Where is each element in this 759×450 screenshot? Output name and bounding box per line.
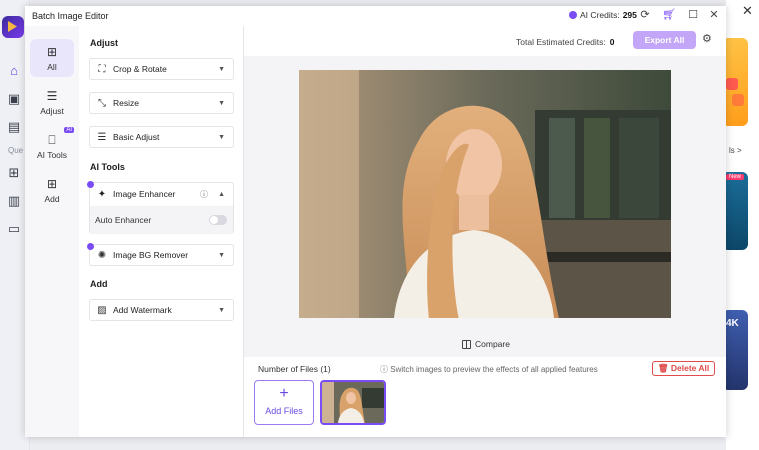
top-actions: Total Estimated Credits: 0 Export All ⚙ <box>244 26 726 56</box>
watermark-icon: ▨ <box>97 304 107 316</box>
credits-value: 295 <box>622 10 637 20</box>
grid-icon: ⊞ <box>46 45 58 59</box>
cart-icon[interactable]: 🛒︎ <box>662 8 676 21</box>
host-close-icon[interactable]: ✕ <box>742 3 753 19</box>
compare-label: Compare <box>475 339 510 349</box>
file-count: Number of Files (1) <box>258 364 331 374</box>
delete-all-button[interactable]: 🗑︎ Delete All <box>652 361 715 376</box>
thumbnail-image <box>322 382 384 423</box>
bg-remover-label: Image BG Remover <box>113 250 189 260</box>
chevron-down-icon: ▼ <box>218 99 225 107</box>
tab-label: AI Tools <box>36 150 68 160</box>
add-files-label: Add Files <box>265 406 303 416</box>
document-icon[interactable]: ▤ <box>5 118 23 136</box>
ai-dot-icon <box>87 243 94 250</box>
compare-button[interactable]: Compare <box>462 339 510 349</box>
credits-icon <box>569 11 577 19</box>
tv-icon[interactable]: ▭ <box>5 220 23 238</box>
file-thumbnail[interactable] <box>320 380 386 425</box>
tab-ai-tools[interactable]: ⎕ AI Tools AI <box>30 127 74 165</box>
sliders-icon: ☰ <box>46 89 58 103</box>
add-watermark-label: Add Watermark <box>113 305 172 315</box>
main-area: Total Estimated Credits:0 Export All ⚙ <box>244 26 726 437</box>
image-preview <box>299 70 671 318</box>
tabs-column: ⊞ All ☰ Adjust ⎕ AI Tools AI ⊞ Add <box>25 26 79 437</box>
bg-remover-icon: ✺ <box>97 249 107 261</box>
image-enhancer-panel: ✦ Image Enhancer ⓘ ▲ Auto Enhancer <box>89 182 234 234</box>
hint-label: Switch images to preview the effects of … <box>390 365 598 374</box>
estimated-credits-label: Total Estimated Credits: <box>516 37 606 47</box>
portrait-photo <box>299 70 671 318</box>
resize-icon: ⤡ <box>98 97 106 109</box>
tab-add[interactable]: ⊞ Add <box>30 171 74 209</box>
basic-adjust-dropdown[interactable]: ☰ Basic Adjust ▼ <box>89 126 234 148</box>
host-tools-link[interactable]: ls > <box>729 146 742 155</box>
ai-badge: AI <box>64 127 74 133</box>
file-icon[interactable]: ▥ <box>5 192 23 210</box>
compare-icon <box>462 339 471 349</box>
dialog-title: Batch Image Editor <box>32 11 109 21</box>
image-enhancer-header[interactable]: ✦ Image Enhancer ⓘ ▲ <box>90 183 233 205</box>
home-icon[interactable]: ⌂ <box>5 62 23 80</box>
ai-tools-header: AI Tools <box>90 162 125 172</box>
estimated-credits-value: 0 <box>609 37 615 47</box>
delete-all-label: Delete All <box>670 363 710 373</box>
chevron-up-icon[interactable]: ▲ <box>218 191 225 198</box>
resize-dropdown[interactable]: ⤡ Resize ▼ <box>89 92 234 114</box>
add-files-button[interactable]: + Add Files <box>254 380 314 425</box>
app-logo-icon <box>2 16 24 38</box>
ai-chip-icon: ⎕ <box>48 133 56 147</box>
auto-enhancer-row: Auto Enhancer <box>90 206 233 234</box>
crop-rotate-dropdown[interactable]: ⛶ Crop & Rotate ▼ <box>89 58 234 80</box>
plus-icon: + <box>279 385 289 402</box>
tab-label: All <box>47 62 57 72</box>
plus-square-icon: ⊞ <box>46 177 58 191</box>
image-enhancer-label: Image Enhancer <box>113 189 176 199</box>
settings-gear-icon[interactable]: ⚙ <box>702 32 712 45</box>
tab-all[interactable]: ⊞ All <box>30 39 74 77</box>
chevron-down-icon: ▼ <box>218 133 225 141</box>
new-badge: New <box>726 174 745 180</box>
apps-icon[interactable]: ⊞ <box>5 164 23 182</box>
toolbox-icon[interactable]: ▣ <box>5 90 23 108</box>
title-bar: Batch Image Editor AI Credits: 295 ⟳ 🛒︎ … <box>25 6 726 26</box>
auto-enhancer-label: Auto Enhancer <box>95 215 152 225</box>
ai-credits: AI Credits: 295 <box>569 10 637 20</box>
refresh-icon[interactable]: ⟳ <box>638 8 652 21</box>
estimated-credits: Total Estimated Credits: 0 <box>516 37 615 47</box>
credits-label: AI Credits: <box>580 10 620 20</box>
host-quick-label: Que <box>8 146 24 155</box>
add-watermark-dropdown[interactable]: ▨ Add Watermark ▼ <box>89 299 234 321</box>
chevron-down-icon: ▼ <box>218 251 225 259</box>
hint-text: ⓘ Switch images to preview the effects o… <box>380 365 598 374</box>
add-header: Add <box>90 279 108 289</box>
file-strip: Number of Files (1) ⓘ Switch images to p… <box>244 357 726 437</box>
tab-adjust[interactable]: ☰ Adjust <box>30 83 74 121</box>
features-panel: Adjust ⛶ Crop & Rotate ▼ ⤡ Resize ▼ ☰ Ba… <box>79 26 244 437</box>
maximize-icon[interactable]: ☐ <box>686 8 700 21</box>
enhance-icon: ✦ <box>97 188 107 200</box>
crop-icon: ⛶ <box>98 63 106 75</box>
chevron-down-icon: ▼ <box>218 306 225 314</box>
batch-image-editor-dialog: Batch Image Editor AI Credits: 295 ⟳ 🛒︎ … <box>25 6 726 437</box>
info-icon[interactable]: ⓘ <box>200 189 208 200</box>
tab-label: Adjust <box>40 106 64 116</box>
chevron-down-icon: ▼ <box>218 65 225 73</box>
bg-remover-dropdown[interactable]: ✺ Image BG Remover ▼ <box>89 244 234 266</box>
basic-adjust-label: Basic Adjust <box>113 132 160 142</box>
ai-dot-icon <box>87 181 94 188</box>
sliders-icon: ☰ <box>97 131 107 143</box>
auto-enhancer-toggle[interactable] <box>209 215 227 225</box>
resize-label: Resize <box>113 98 139 108</box>
tab-label: Add <box>44 194 60 204</box>
host-card-text: 4K <box>726 318 739 329</box>
adjust-header: Adjust <box>90 38 118 48</box>
close-icon[interactable]: ✕ <box>707 8 721 21</box>
export-all-button[interactable]: Export All <box>633 31 696 49</box>
crop-rotate-label: Crop & Rotate <box>113 64 167 74</box>
